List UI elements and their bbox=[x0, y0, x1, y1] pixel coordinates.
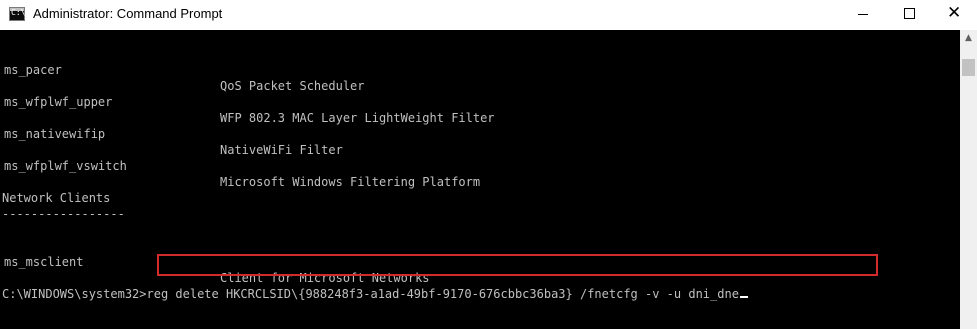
command-line[interactable]: C:\WINDOWS\system32>reg delete HKCRCLSID… bbox=[2, 286, 748, 302]
window-title: Administrator: Command Prompt bbox=[33, 6, 223, 21]
maximize-button[interactable] bbox=[886, 0, 932, 30]
component-name: ms_pacer bbox=[4, 63, 62, 77]
component-name: ms_msclient bbox=[4, 255, 84, 269]
text-cursor bbox=[739, 296, 748, 298]
minimize-button[interactable] bbox=[840, 0, 886, 30]
close-icon: ✕ bbox=[947, 3, 962, 23]
component-name: ms_wfplwf_upper bbox=[4, 95, 113, 109]
scroll-thumb[interactable] bbox=[962, 59, 975, 76]
console-icon: C:\ bbox=[9, 7, 25, 21]
maximize-icon bbox=[904, 8, 915, 19]
minimize-icon bbox=[858, 14, 868, 15]
component-name: ms_wfplwf_vswitch bbox=[4, 159, 127, 173]
component-name: ms_nativewifip bbox=[4, 127, 106, 141]
component-description: Microsoft Windows Filtering Platform bbox=[220, 175, 481, 189]
prompt-path: C:\WINDOWS\system32> bbox=[2, 287, 147, 301]
scroll-up-arrow-icon[interactable]: ▲ bbox=[960, 30, 977, 47]
console-output[interactable]: ms_pacer QoS Packet Scheduler ms_wfplwf_… bbox=[0, 30, 960, 329]
command-highlight-box bbox=[157, 254, 878, 276]
command-prompt-window: C:\ Administrator: Command Prompt ✕ ms_p… bbox=[0, 0, 977, 329]
section-rule: ----------------- bbox=[2, 207, 125, 221]
close-button[interactable]: ✕ bbox=[932, 0, 977, 30]
component-description: NativeWiFi Filter bbox=[220, 143, 343, 157]
command-text: reg delete HKCRCLSID\{988248f3-a1ad-49bf… bbox=[146, 287, 739, 301]
title-bar[interactable]: C:\ Administrator: Command Prompt ✕ bbox=[0, 0, 977, 30]
component-description: WFP 802.3 MAC Layer LightWeight Filter bbox=[220, 111, 495, 125]
component-description: QoS Packet Scheduler bbox=[220, 79, 365, 93]
vertical-scrollbar[interactable]: ▲ bbox=[960, 30, 977, 329]
section-heading: Network Clients bbox=[2, 191, 111, 205]
